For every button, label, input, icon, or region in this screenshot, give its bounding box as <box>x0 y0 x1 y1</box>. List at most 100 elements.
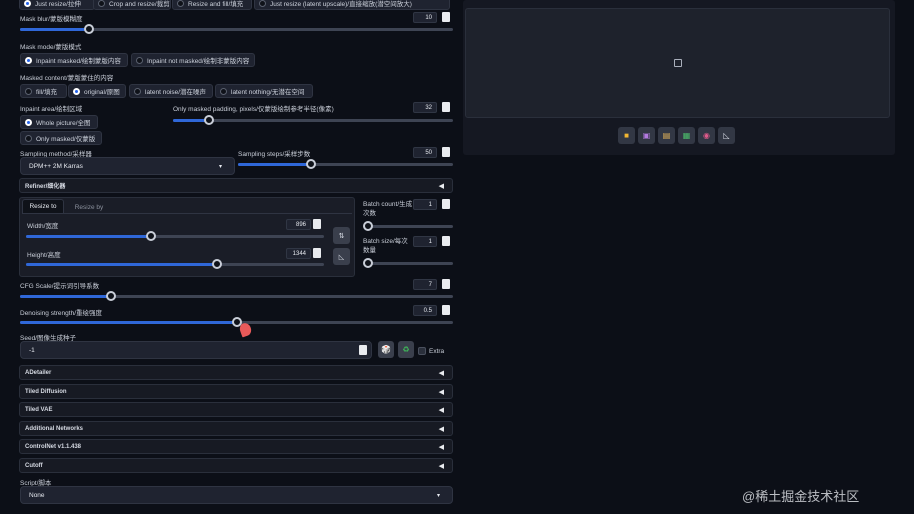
mask-mode-label: Mask mode/蒙版模式 <box>20 44 82 51</box>
denoising-input[interactable]: 0.5 <box>413 305 437 316</box>
extra-checkbox[interactable] <box>418 347 426 355</box>
caret-down-icon: ▾ <box>218 163 222 170</box>
swap-dimensions-button[interactable]: ⇅ <box>333 227 350 244</box>
batch-count-label: Batch count/生成次数 <box>363 201 413 217</box>
height-spinner[interactable] <box>313 248 321 258</box>
radio-icon <box>24 0 31 7</box>
width-slider[interactable] <box>26 231 324 241</box>
inpaint-area-whole-picture[interactable]: Whole picture/全图 <box>20 115 98 129</box>
batch-count-input[interactable]: 1 <box>413 199 437 210</box>
masked-content-fill[interactable]: fill/填充 <box>20 84 67 98</box>
batch-size-label: Batch size/每次数量 <box>363 238 408 254</box>
accordion-adetailer[interactable]: ADetailer ◀ <box>19 365 453 380</box>
mask-mode-inpaint-not-masked[interactable]: Inpaint not masked/绘制非蒙版内容 <box>131 53 255 67</box>
dice-icon: 🎲 <box>381 345 391 354</box>
resize-mode-just-resize[interactable]: Just resize/拉伸 <box>19 0 95 10</box>
reuse-seed-button[interactable]: ♻ <box>398 341 414 358</box>
accordion-tiled-diffusion[interactable]: Tiled Diffusion ◀ <box>19 384 453 399</box>
accordion-cutoff[interactable]: Cutoff ◀ <box>19 458 453 473</box>
save-icon: ▣ <box>642 131 651 140</box>
width-spinner[interactable] <box>313 219 321 229</box>
accordion-additional-networks[interactable]: Additional Networks ◀ <box>19 421 453 436</box>
refiner-accordion[interactable]: Refiner/细化器 ◀ <box>19 178 453 193</box>
slider-knob[interactable] <box>204 115 215 125</box>
radio-icon <box>25 118 32 126</box>
slider-knob[interactable] <box>363 221 373 231</box>
collapse-arrow-icon: ◀ <box>438 444 444 451</box>
slider-knob[interactable] <box>363 258 373 268</box>
sampling-steps-slider[interactable] <box>238 159 453 169</box>
open-folder-button[interactable]: ■ <box>618 127 635 144</box>
send-to-extras-button[interactable]: ◺ <box>718 127 735 144</box>
swap-icon: ⇅ <box>338 232 345 240</box>
padding-input[interactable]: 32 <box>413 102 437 113</box>
mask-mode-inpaint-masked[interactable]: Inpaint masked/绘制蒙版内容 <box>20 53 128 67</box>
masked-content-latent-nothing[interactable]: latent nothing/无潜在空间 <box>215 84 313 98</box>
ruler-icon: ◺ <box>723 131 730 140</box>
batch-size-slider[interactable] <box>363 258 453 268</box>
seed-input[interactable]: -1 <box>20 341 372 359</box>
save-button[interactable]: ▣ <box>638 127 655 144</box>
image-icon: ▦ <box>682 131 691 140</box>
sampling-method-dropdown[interactable]: DPM++ 2M Karras ▾ <box>20 157 235 175</box>
radio-icon <box>177 0 184 7</box>
tab-resize-by[interactable]: Resize by <box>70 201 108 213</box>
inpaint-area-only-masked[interactable]: Only masked/仅蒙版 <box>20 131 102 145</box>
radio-icon <box>25 56 32 64</box>
random-seed-button[interactable]: 🎲 <box>378 341 394 358</box>
radio-icon <box>25 87 32 95</box>
cfg-scale-label: CFG Scale/提示词引导系数 <box>20 283 100 290</box>
batch-count-spinner[interactable] <box>442 199 450 209</box>
denoising-slider[interactable] <box>20 317 453 327</box>
batch-size-spinner[interactable] <box>442 236 450 246</box>
resize-mode-latent-upscale[interactable]: Just resize (latent upscale)/直接缩放(潜空间放大) <box>254 0 450 10</box>
radio-icon <box>25 134 32 142</box>
masked-content-latent-noise[interactable]: latent noise/潜在噪声 <box>129 84 213 98</box>
batch-size-input[interactable]: 1 <box>413 236 437 247</box>
caret-down-icon: ▾ <box>436 492 440 499</box>
denoising-spinner[interactable] <box>442 305 450 315</box>
seed-spinner[interactable] <box>359 345 367 355</box>
sampling-steps-input[interactable]: 50 <box>413 147 437 158</box>
resize-mode-crop-and-resize[interactable]: Crop and resize/裁剪 <box>93 0 171 10</box>
zip-button[interactable]: ▤ <box>658 127 675 144</box>
cfg-scale-spinner[interactable] <box>442 279 450 289</box>
collapse-arrow-icon: ◀ <box>438 389 444 396</box>
masked-content-original[interactable]: original/原图 <box>68 84 126 98</box>
slider-knob[interactable] <box>105 291 116 301</box>
send-to-inpaint-button[interactable]: ◉ <box>698 127 715 144</box>
batch-count-slider[interactable] <box>363 221 453 231</box>
aspect-ratio-button[interactable]: ◺ <box>333 248 350 265</box>
masked-content-label: Masked content/蒙版蒙住的内容 <box>20 75 114 82</box>
script-dropdown[interactable]: None ▾ <box>20 486 453 504</box>
padding-label: Only masked padding, pixels/仅蒙版绘制参考半径(像素… <box>173 106 334 113</box>
slider-knob[interactable] <box>306 159 317 169</box>
resize-mode-resize-and-fill[interactable]: Resize and fill/填充 <box>172 0 252 10</box>
watermark: @稀土掘金技术社区 <box>742 489 860 504</box>
padding-spinner[interactable] <box>442 102 450 112</box>
ratio-icon: ◺ <box>338 253 345 261</box>
height-input[interactable]: 1344 <box>286 248 311 259</box>
mask-blur-slider[interactable] <box>20 24 453 34</box>
width-input[interactable]: 896 <box>286 219 311 230</box>
zip-icon: ▤ <box>662 131 671 140</box>
slider-knob[interactable] <box>84 24 95 34</box>
height-label: Height/高度 <box>27 252 61 259</box>
accordion-controlnet[interactable]: ControlNet v1.1.438 ◀ <box>19 439 453 454</box>
cfg-scale-input[interactable]: 7 <box>413 279 437 290</box>
sampling-steps-spinner[interactable] <box>442 147 450 157</box>
folder-icon: ■ <box>624 131 629 140</box>
sampling-steps-label: Sampling steps/采样步数 <box>238 151 311 158</box>
mask-blur-input[interactable]: 10 <box>413 12 437 23</box>
accordion-tiled-vae[interactable]: Tiled VAE ◀ <box>19 402 453 417</box>
send-to-img2img-button[interactable]: ▦ <box>678 127 695 144</box>
cfg-scale-slider[interactable] <box>20 291 453 301</box>
slider-knob[interactable] <box>211 259 222 269</box>
height-slider[interactable] <box>26 259 324 269</box>
radio-icon <box>136 56 143 64</box>
mask-blur-spinner[interactable] <box>442 12 450 22</box>
tab-resize-to[interactable]: Resize to <box>22 199 64 213</box>
radio-icon <box>134 87 141 95</box>
tab-divider <box>22 213 352 214</box>
padding-slider[interactable] <box>173 115 453 125</box>
